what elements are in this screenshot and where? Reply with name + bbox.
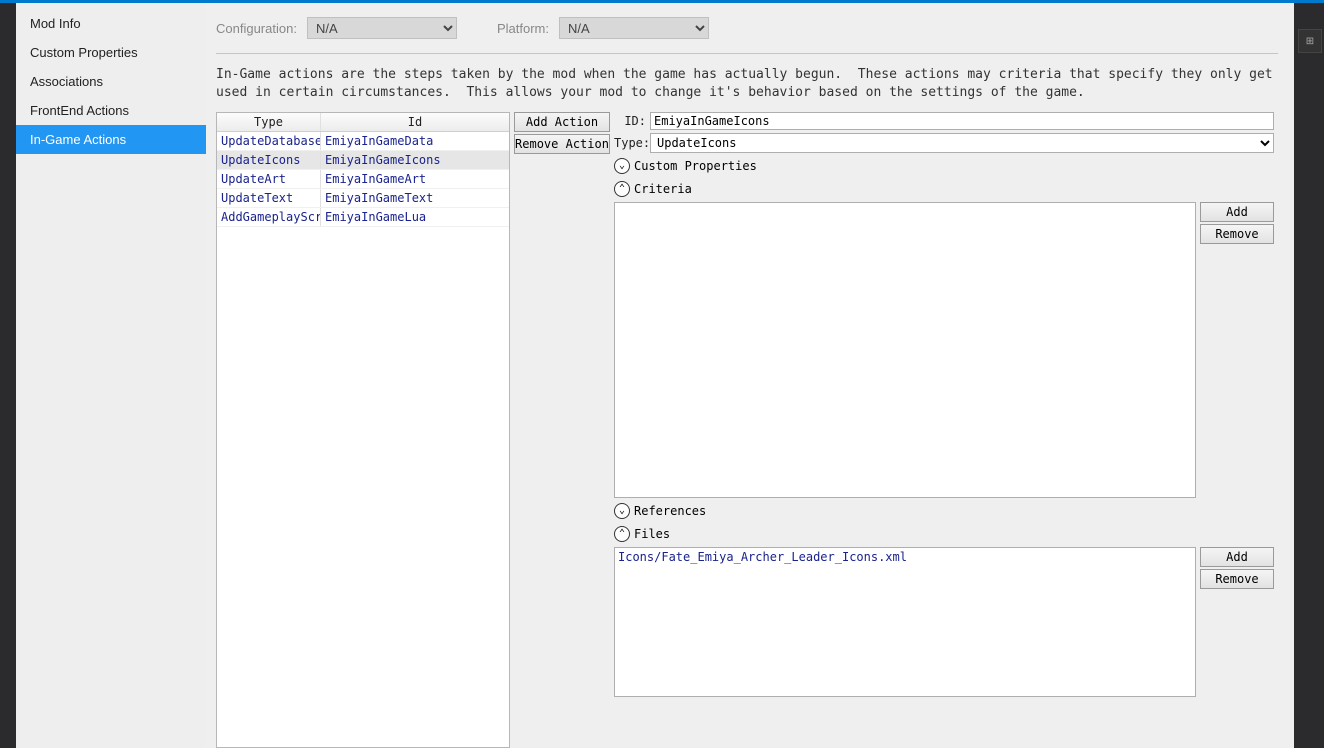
cell-id: EmiyaInGameText	[321, 189, 509, 207]
right-gutter: ⊞	[1294, 0, 1324, 748]
cell-id: EmiyaInGameData	[321, 132, 509, 150]
cell-id: EmiyaInGameIcons	[321, 151, 509, 169]
configuration-select[interactable]: N/A	[307, 17, 457, 39]
id-label: ID:	[614, 114, 646, 128]
criteria-panel-group: Add Remove	[614, 202, 1274, 498]
cell-type: UpdateDatabase	[217, 132, 321, 150]
type-field-row: Type: UpdateIcons	[614, 133, 1274, 153]
type-label: Type:	[614, 136, 646, 150]
nav-item-custom-properties[interactable]: Custom Properties	[16, 38, 206, 67]
th-id[interactable]: Id	[321, 113, 509, 131]
files-expander[interactable]: ⌃ Files	[614, 524, 1274, 544]
config-row: Configuration: N/A Platform: N/A	[216, 13, 1278, 53]
table-row[interactable]: AddGameplayScriEmiyaInGameLua	[217, 208, 509, 227]
criteria-listbox[interactable]	[614, 202, 1196, 498]
action-buttons-column: Add Action Remove Action	[514, 112, 610, 748]
files-add-button[interactable]: Add	[1200, 547, 1274, 567]
th-type[interactable]: Type	[217, 113, 321, 131]
nav-item-associations[interactable]: Associations	[16, 67, 206, 96]
platform-label: Platform:	[497, 21, 549, 36]
cell-id: EmiyaInGameArt	[321, 170, 509, 188]
id-field-row: ID:	[614, 112, 1274, 130]
table-row[interactable]: UpdateIconsEmiyaInGameIcons	[217, 151, 509, 170]
custom-properties-label: Custom Properties	[634, 159, 757, 173]
chevron-up-icon: ⌃	[614, 181, 630, 197]
actions-table: Type Id UpdateDatabaseEmiyaInGameDataUpd…	[216, 112, 510, 748]
files-panel-group: Icons/Fate_Emiya_Archer_Leader_Icons.xml…	[614, 547, 1274, 697]
main-panel: Mod Info Custom Properties Associations …	[16, 0, 1294, 748]
files-remove-button[interactable]: Remove	[1200, 569, 1274, 589]
table-row[interactable]: UpdateTextEmiyaInGameText	[217, 189, 509, 208]
left-gutter	[0, 0, 16, 748]
cell-type: UpdateIcons	[217, 151, 321, 169]
chevron-down-icon: ⌄	[614, 503, 630, 519]
actions-list-column: Type Id UpdateDatabaseEmiyaInGameDataUpd…	[216, 112, 610, 748]
criteria-label: Criteria	[634, 182, 692, 196]
id-input[interactable]	[650, 112, 1274, 130]
criteria-buttons: Add Remove	[1200, 202, 1274, 498]
cell-id: EmiyaInGameLua	[321, 208, 509, 226]
side-nav: Mod Info Custom Properties Associations …	[16, 3, 206, 748]
files-label: Files	[634, 527, 670, 541]
table-row[interactable]: UpdateArtEmiyaInGameArt	[217, 170, 509, 189]
configuration-label: Configuration:	[216, 21, 297, 36]
toolbox-icon[interactable]: ⊞	[1298, 29, 1322, 53]
criteria-add-button[interactable]: Add	[1200, 202, 1274, 222]
work-area: Type Id UpdateDatabaseEmiyaInGameDataUpd…	[216, 112, 1278, 748]
cell-type: UpdateArt	[217, 170, 321, 188]
references-label: References	[634, 504, 706, 518]
references-expander[interactable]: ⌄ References	[614, 501, 1274, 521]
detail-column: ID: Type: UpdateIcons ⌄ Custom Propertie…	[614, 112, 1278, 748]
criteria-remove-button[interactable]: Remove	[1200, 224, 1274, 244]
nav-item-mod-info[interactable]: Mod Info	[16, 9, 206, 38]
type-select[interactable]: UpdateIcons	[650, 133, 1274, 153]
files-listbox[interactable]: Icons/Fate_Emiya_Archer_Leader_Icons.xml	[614, 547, 1196, 697]
platform-select[interactable]: N/A	[559, 17, 709, 39]
nav-item-ingame-actions[interactable]: In-Game Actions	[16, 125, 206, 154]
chevron-down-icon: ⌄	[614, 158, 630, 174]
nav-item-frontend-actions[interactable]: FrontEnd Actions	[16, 96, 206, 125]
chevron-up-icon: ⌃	[614, 526, 630, 542]
cell-type: AddGameplayScri	[217, 208, 321, 226]
files-buttons: Add Remove	[1200, 547, 1274, 697]
add-action-button[interactable]: Add Action	[514, 112, 610, 132]
custom-properties-expander[interactable]: ⌄ Custom Properties	[614, 156, 1274, 176]
remove-action-button[interactable]: Remove Action	[514, 134, 610, 154]
description-text: In-Game actions are the steps taken by t…	[216, 60, 1278, 112]
criteria-expander[interactable]: ⌃ Criteria	[614, 179, 1274, 199]
divider	[216, 53, 1278, 54]
content-area: Configuration: N/A Platform: N/A In-Game…	[206, 3, 1294, 748]
cell-type: UpdateText	[217, 189, 321, 207]
table-row[interactable]: UpdateDatabaseEmiyaInGameData	[217, 132, 509, 151]
actions-table-header: Type Id	[217, 113, 509, 132]
